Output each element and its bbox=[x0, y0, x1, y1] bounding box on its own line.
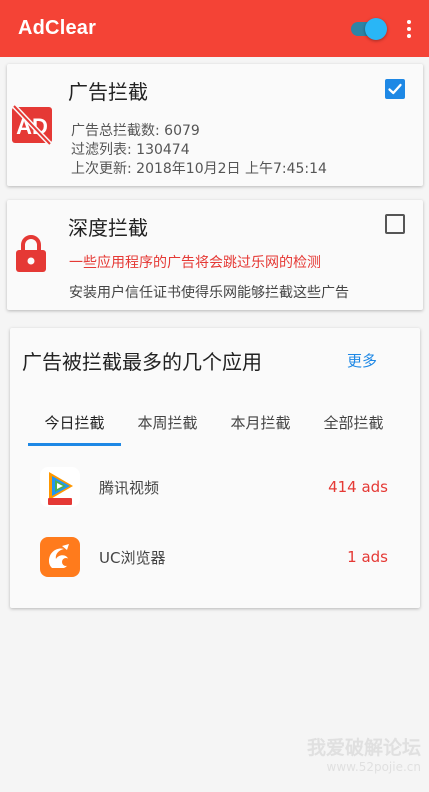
lock-icon bbox=[15, 234, 47, 274]
deep-block-description: 安装用户信任证书使得乐网能够拦截这些广告 bbox=[69, 285, 349, 301]
ad-block-card[interactable]: AD 广告拦截 广告总拦截数: 6079 过滤列表: 130474 上次更新: … bbox=[7, 64, 423, 186]
deep-block-warning: 一些应用程序的广告将会跳过乐网的检测 bbox=[69, 255, 321, 271]
uc-browser-icon bbox=[40, 537, 80, 577]
top-blocked-apps-card: 广告被拦截最多的几个应用 更多 今日拦截 本周拦截 本月拦截 全部拦截 腾讯视频… bbox=[10, 328, 420, 608]
watermark-line2: www.52pojie.cn bbox=[326, 760, 421, 774]
tab-month[interactable]: 本月拦截 bbox=[214, 400, 307, 446]
list-item[interactable]: UC浏览器 1 ads bbox=[40, 536, 390, 578]
app-name: UC浏览器 bbox=[99, 548, 166, 567]
ad-block-icon: AD bbox=[12, 104, 52, 146]
app-title: AdClear bbox=[18, 17, 97, 39]
ad-block-checkbox[interactable] bbox=[385, 79, 405, 99]
tab-all[interactable]: 全部拦截 bbox=[307, 400, 400, 446]
deep-block-title: 深度拦截 bbox=[68, 216, 148, 240]
app-ads-count: 414 ads bbox=[328, 478, 388, 496]
tab-week[interactable]: 本周拦截 bbox=[121, 400, 214, 446]
total-blocked-stat: 广告总拦截数: 6079 bbox=[71, 123, 200, 139]
ad-block-title: 广告拦截 bbox=[68, 80, 148, 104]
tencent-video-icon bbox=[40, 467, 80, 507]
deep-block-card[interactable]: 深度拦截 一些应用程序的广告将会跳过乐网的检测 安装用户信任证书使得乐网能够拦截… bbox=[7, 200, 423, 310]
watermark-line1: 我爱破解论坛 bbox=[306, 737, 421, 759]
app-name: 腾讯视频 bbox=[99, 478, 160, 497]
app-bar: AdClear bbox=[0, 0, 429, 57]
list-item[interactable]: 腾讯视频 414 ads bbox=[40, 466, 390, 508]
top-apps-title: 广告被拦截最多的几个应用 bbox=[22, 350, 262, 374]
master-toggle-switch[interactable] bbox=[349, 17, 387, 41]
watermark: 我爱破解论坛 www.52pojie.cn bbox=[307, 733, 421, 774]
filter-list-stat: 过滤列表: 130474 bbox=[71, 142, 190, 158]
deep-block-checkbox[interactable] bbox=[385, 214, 405, 234]
tab-today[interactable]: 今日拦截 bbox=[28, 400, 121, 446]
overflow-menu-icon[interactable] bbox=[403, 17, 415, 41]
toggle-knob bbox=[365, 17, 387, 40]
more-link[interactable]: 更多 bbox=[347, 350, 377, 371]
last-update-stat: 上次更新: 2018年10月2日 上午7:45:14 bbox=[71, 161, 327, 177]
app-ads-count: 1 ads bbox=[347, 548, 388, 566]
period-tabs: 今日拦截 本周拦截 本月拦截 全部拦截 bbox=[28, 400, 400, 446]
